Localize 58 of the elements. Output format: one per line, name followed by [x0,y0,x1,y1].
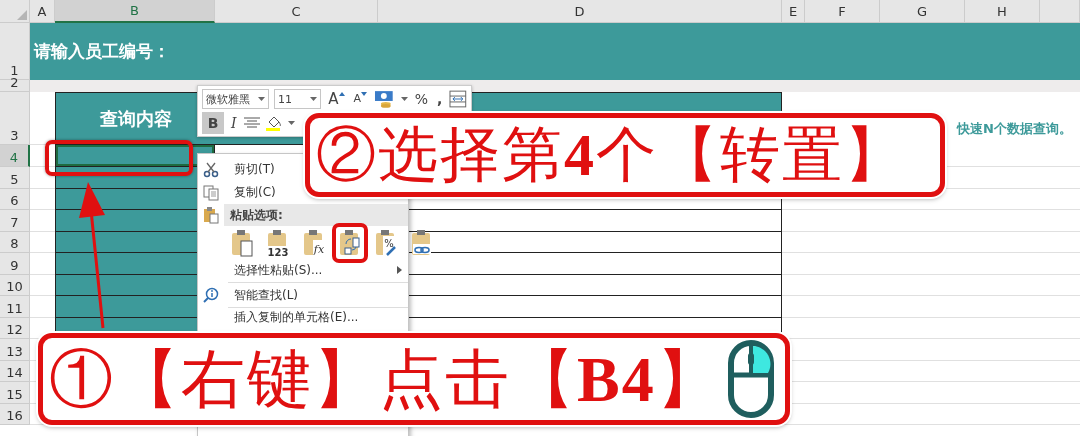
shrink-font-button[interactable]: A [351,89,370,109]
menu-item[interactable]: 剪切(T) [198,158,281,181]
row-header[interactable]: 12 [0,317,30,339]
caret-icon [258,97,265,101]
mouse-icon [727,339,775,419]
font-dropdown[interactable]: 微软雅黑 [202,89,269,109]
row-header[interactable]: 13 [0,339,30,361]
row-header[interactable]: 8 [0,231,30,253]
callout-text: ①【右键】点击【B4】 [38,333,790,425]
comma-style-button[interactable]: , [435,89,445,109]
row-header[interactable]: 7 [0,210,30,232]
clipboard-icon [203,206,219,224]
row-header[interactable]: 9 [0,253,30,275]
down-triangle-icon [361,92,368,96]
column-header[interactable]: H [965,0,1040,23]
italic-button[interactable]: I [229,113,239,133]
row-header[interactable]: 3 [0,92,30,145]
column-header[interactable]: B [55,0,215,23]
menu-item[interactable]: 复制(C) [198,181,282,204]
row-header[interactable]: 4 [0,145,30,167]
table-cell[interactable] [55,145,215,167]
row-header[interactable]: 10 [0,274,30,296]
bold-button[interactable]: B [202,112,224,134]
column-header[interactable]: E [782,0,805,23]
scissors-icon [203,161,219,178]
row-header[interactable]: 11 [0,296,30,318]
font-size-dropdown[interactable]: 11 [274,89,322,109]
row-header[interactable]: 16 [0,403,30,425]
menu-item[interactable]: 插入复制的单元格(E)... [198,310,365,325]
menu-item[interactable]: 智能查找(L) [198,285,305,305]
menu-section-header: 粘贴选项: [224,204,408,226]
accounting-format-icon[interactable] [374,90,396,108]
row-header[interactable]: 15 [0,382,30,404]
column-header[interactable]: C [215,0,378,23]
submenu-arrow-icon [397,266,402,274]
note-text: 快速N个数据查询。 [957,120,1072,138]
percent-button[interactable]: % [412,89,430,109]
row-header[interactable]: 14 [0,360,30,382]
grow-font-button[interactable]: A [326,89,347,109]
row-header[interactable]: 5 [0,167,30,189]
row-header[interactable]: 2 [0,80,30,92]
font-size-value: 11 [278,92,292,106]
caret-icon[interactable] [287,121,295,125]
column-header[interactable]: G [880,0,965,23]
column-header[interactable]: A [30,0,55,23]
column-header[interactable]: D [378,0,782,23]
row-header[interactable]: 6 [0,188,30,210]
fill-color-icon[interactable] [264,114,283,132]
up-triangle-icon [338,92,345,96]
column-header[interactable]: F [805,0,880,23]
caret-icon[interactable] [400,97,408,101]
copy-icon [203,184,219,201]
callout-text: ②选择第4个【转置】 [305,113,945,197]
caret-icon [310,97,318,101]
search-icon [203,287,219,303]
menu-item[interactable]: 选择性粘贴(S)... [198,260,408,280]
merge-cells-icon[interactable] [449,90,467,108]
table-cell: 请输入员工编号： [34,40,170,63]
